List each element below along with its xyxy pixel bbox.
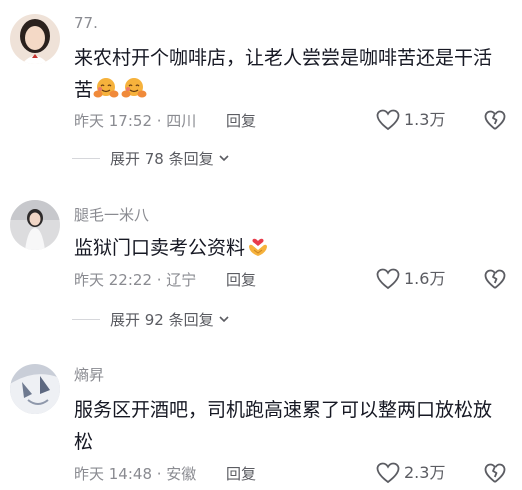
heart-icon <box>376 268 400 290</box>
comment-text: 监狱门口卖考公资料 <box>74 232 508 264</box>
avatar[interactable] <box>10 200 60 250</box>
hugging-face-emoji <box>93 78 119 98</box>
username[interactable]: 熵昇 <box>74 366 104 384</box>
like-count: 2.3万 <box>404 463 446 482</box>
divider <box>72 157 100 159</box>
expand-replies-button[interactable]: 展开 92 条回复 <box>72 309 230 329</box>
like-count: 1.3万 <box>404 110 446 129</box>
broken-heart-icon <box>484 463 506 483</box>
comment-meta: 昨天 22:22 · 辽宁 回复 1.6万 <box>74 268 522 292</box>
username[interactable]: 77. <box>74 14 98 32</box>
reply-button[interactable]: 回复 <box>226 270 256 290</box>
dislike-button[interactable] <box>484 108 506 137</box>
chevron-down-icon <box>219 316 229 323</box>
comment-text: 来农村开个咖啡店，让老人尝尝是咖啡苦还是干活苦 <box>74 42 508 106</box>
comment-text-body: 监狱门口卖考公资料 <box>74 237 246 259</box>
like-button[interactable]: 1.3万 <box>376 109 445 131</box>
comment-meta: 昨天 17:52 · 四川 回复 1.3万 <box>74 109 522 133</box>
avatar[interactable] <box>10 364 60 414</box>
expand-replies-button[interactable]: 展开 78 条回复 <box>72 148 230 168</box>
reply-button[interactable]: 回复 <box>226 111 256 131</box>
username[interactable]: 腿毛一米八 <box>74 206 149 224</box>
comment-meta: 昨天 14:48 · 安徽 回复 2.3万 <box>74 462 522 486</box>
dislike-button[interactable] <box>484 461 506 490</box>
broken-heart-icon <box>484 110 506 130</box>
heart-hands-emoji <box>249 238 268 256</box>
heart-icon <box>376 109 400 131</box>
avatar[interactable] <box>10 14 60 64</box>
comment-text: 服务区开酒吧，司机跑高速累了可以整两口放松放松 <box>74 399 493 453</box>
like-button[interactable]: 2.3万 <box>376 462 445 484</box>
broken-heart-icon <box>484 269 506 289</box>
comment-time-location: 昨天 17:52 · 四川 <box>74 112 197 130</box>
dislike-button[interactable] <box>484 267 506 296</box>
chevron-down-icon <box>219 155 229 162</box>
hugging-face-emoji <box>121 78 147 98</box>
expand-replies-label: 展开 92 条回复 <box>110 310 214 329</box>
divider <box>72 318 100 320</box>
reply-button[interactable]: 回复 <box>226 464 256 484</box>
comment-time-location: 昨天 14:48 · 安徽 <box>74 465 197 483</box>
comment-time-location: 昨天 22:22 · 辽宁 <box>74 271 197 289</box>
like-button[interactable]: 1.6万 <box>376 268 445 290</box>
expand-replies-label: 展开 78 条回复 <box>110 149 214 168</box>
like-count: 1.6万 <box>404 269 446 288</box>
heart-icon <box>376 462 400 484</box>
